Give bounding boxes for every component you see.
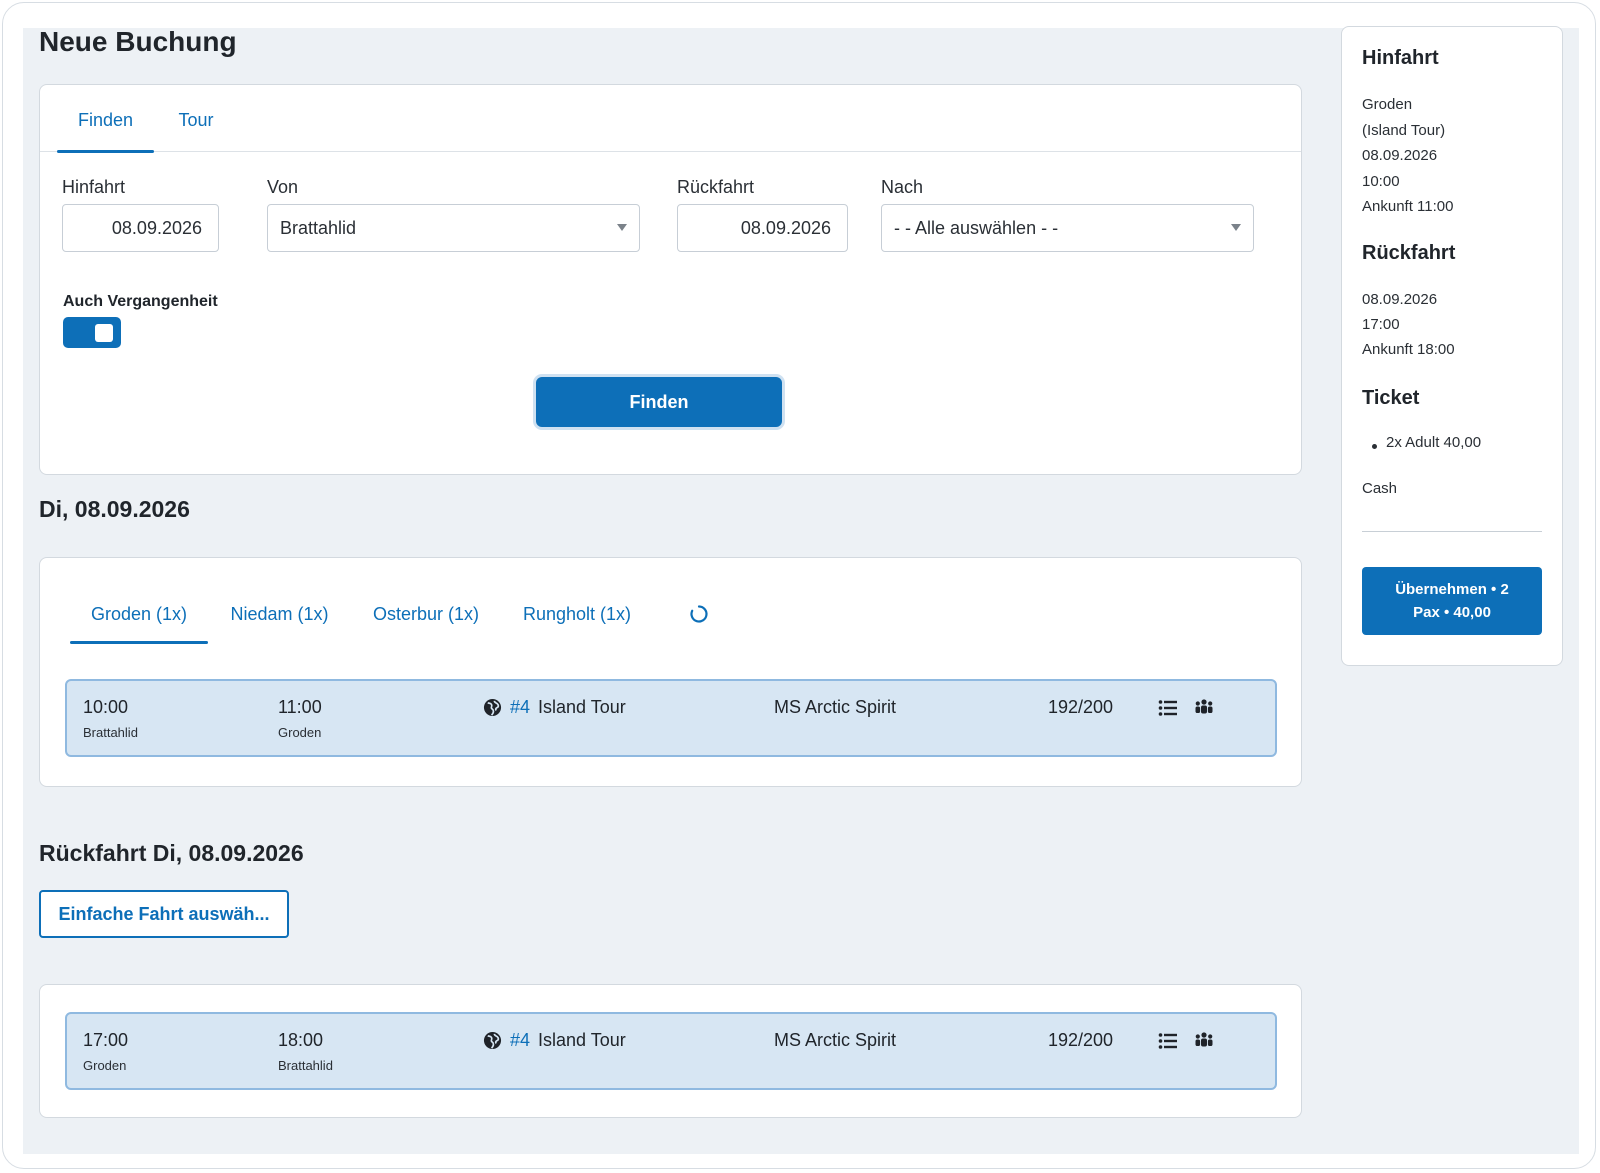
- arrival-time: 18:00: [278, 1030, 324, 1050]
- past-toggle-label: Auch Vergangenheit: [63, 293, 218, 310]
- outbound-date-label: Hinfahrt: [62, 177, 126, 197]
- from-select[interactable]: Brattahlid: [267, 204, 640, 252]
- ship-name: MS Arctic Spirit: [774, 697, 897, 717]
- past-toggle[interactable]: [63, 317, 121, 348]
- summary-outbound-line: (Island Tour): [1362, 122, 1446, 139]
- summary-ticket-heading: Ticket: [1362, 387, 1420, 409]
- group-icon[interactable]: [1194, 1031, 1214, 1051]
- to-select-value: - - Alle auswählen - -: [894, 218, 1059, 238]
- departure-time: 10:00: [83, 697, 129, 717]
- tab-finden[interactable]: Finden: [57, 85, 154, 153]
- outbound-date-input[interactable]: 08.09.2026: [62, 204, 219, 252]
- search-card: Finden Tour Hinfahrt 08.09.2026 Von Brat…: [39, 84, 1302, 475]
- page-title: Neue Buchung: [39, 26, 237, 57]
- tab-niedam[interactable]: Niedam (1x): [228, 588, 331, 640]
- summary-outbound-heading: Hinfahrt: [1362, 47, 1439, 69]
- tour-number-link[interactable]: #4: [510, 1030, 530, 1051]
- find-button[interactable]: Finden: [536, 377, 782, 427]
- tab-tour[interactable]: Tour: [168, 85, 224, 152]
- toggle-knob: [95, 324, 113, 342]
- list-icon[interactable]: [1158, 698, 1178, 718]
- outbound-section-title: Di, 08.09.2026: [39, 496, 190, 522]
- summary-outbound-line: 10:00: [1362, 173, 1400, 190]
- departure-stop: Groden: [83, 1058, 127, 1073]
- globe-icon: [483, 698, 502, 717]
- globe-icon: [483, 1031, 502, 1050]
- search-tabbar: Finden Tour: [40, 85, 1301, 153]
- arrival-time: 11:00: [278, 697, 322, 717]
- single-trip-button[interactable]: Einfache Fahrt auswäh...: [39, 890, 289, 938]
- tour-info: #4 Island Tour: [483, 1030, 626, 1051]
- return-trip-card: 17:00 Groden 18:00 Brattahlid #4 Island …: [39, 984, 1302, 1118]
- destination-card: Groden (1x) Niedam (1x) Osterbur (1x) Ru…: [39, 557, 1302, 787]
- tour-name: Island Tour: [538, 697, 626, 717]
- list-icon[interactable]: [1158, 1031, 1178, 1051]
- summary-outbound-line: Ankunft 11:00: [1362, 198, 1454, 215]
- group-icon[interactable]: [1194, 698, 1214, 718]
- return-date-label: Rückfahrt: [677, 177, 755, 197]
- summary-outbound-line: 08.09.2026: [1362, 147, 1438, 164]
- chevron-down-icon: [617, 224, 627, 231]
- return-section-title: Rückfahrt Di, 08.09.2026: [39, 840, 304, 866]
- summary-return-line: 17:00: [1362, 316, 1400, 333]
- summary-ticket-item: 2x Adult 40,00: [1386, 434, 1482, 451]
- departure-stop: Brattahlid: [83, 725, 138, 740]
- tour-number-link[interactable]: #4: [510, 697, 530, 718]
- from-select-value: Brattahlid: [280, 218, 357, 238]
- tab-groden[interactable]: Groden (1x): [70, 588, 208, 644]
- summary-divider: [1362, 531, 1542, 532]
- confirm-button-line1: Übernehmen • 2: [1395, 581, 1509, 598]
- refresh-icon[interactable]: [689, 604, 709, 624]
- summary-return-heading: Rückfahrt: [1362, 242, 1456, 264]
- return-trip-row[interactable]: 17:00 Groden 18:00 Brattahlid #4 Island …: [65, 1012, 1277, 1090]
- summary-return-line: 08.09.2026: [1362, 291, 1438, 308]
- booking-summary: Hinfahrt Groden (Island Tour) 08.09.2026…: [1341, 26, 1563, 666]
- from-label: Von: [267, 177, 299, 197]
- summary-outbound-line: Groden: [1362, 96, 1413, 113]
- tour-info: #4 Island Tour: [483, 697, 626, 718]
- chevron-down-icon: [1231, 224, 1241, 231]
- tab-rungholt[interactable]: Rungholt (1x): [521, 588, 633, 640]
- capacity: 192/200: [1048, 697, 1114, 717]
- summary-return-line: Ankunft 18:00: [1362, 341, 1455, 358]
- arrival-stop: Groden: [278, 725, 322, 740]
- bullet: [1372, 444, 1377, 449]
- confirm-booking-button[interactable]: Übernehmen • 2 Pax • 40,00: [1362, 567, 1542, 635]
- summary-payment: Cash: [1362, 480, 1398, 497]
- to-select[interactable]: - - Alle auswählen - -: [881, 204, 1254, 252]
- departure-time: 17:00: [83, 1030, 129, 1050]
- tab-osterbur[interactable]: Osterbur (1x): [371, 588, 481, 640]
- arrival-stop: Brattahlid: [278, 1058, 333, 1073]
- return-date-input[interactable]: 08.09.2026: [677, 204, 848, 252]
- to-label: Nach: [881, 177, 924, 197]
- tour-name: Island Tour: [538, 1030, 626, 1050]
- ship-name: MS Arctic Spirit: [774, 1030, 897, 1050]
- confirm-button-line2: Pax • 40,00: [1413, 604, 1491, 621]
- outbound-trip-row[interactable]: 10:00 Brattahlid 11:00 Groden #4 Island …: [65, 679, 1277, 757]
- capacity: 192/200: [1048, 1030, 1114, 1050]
